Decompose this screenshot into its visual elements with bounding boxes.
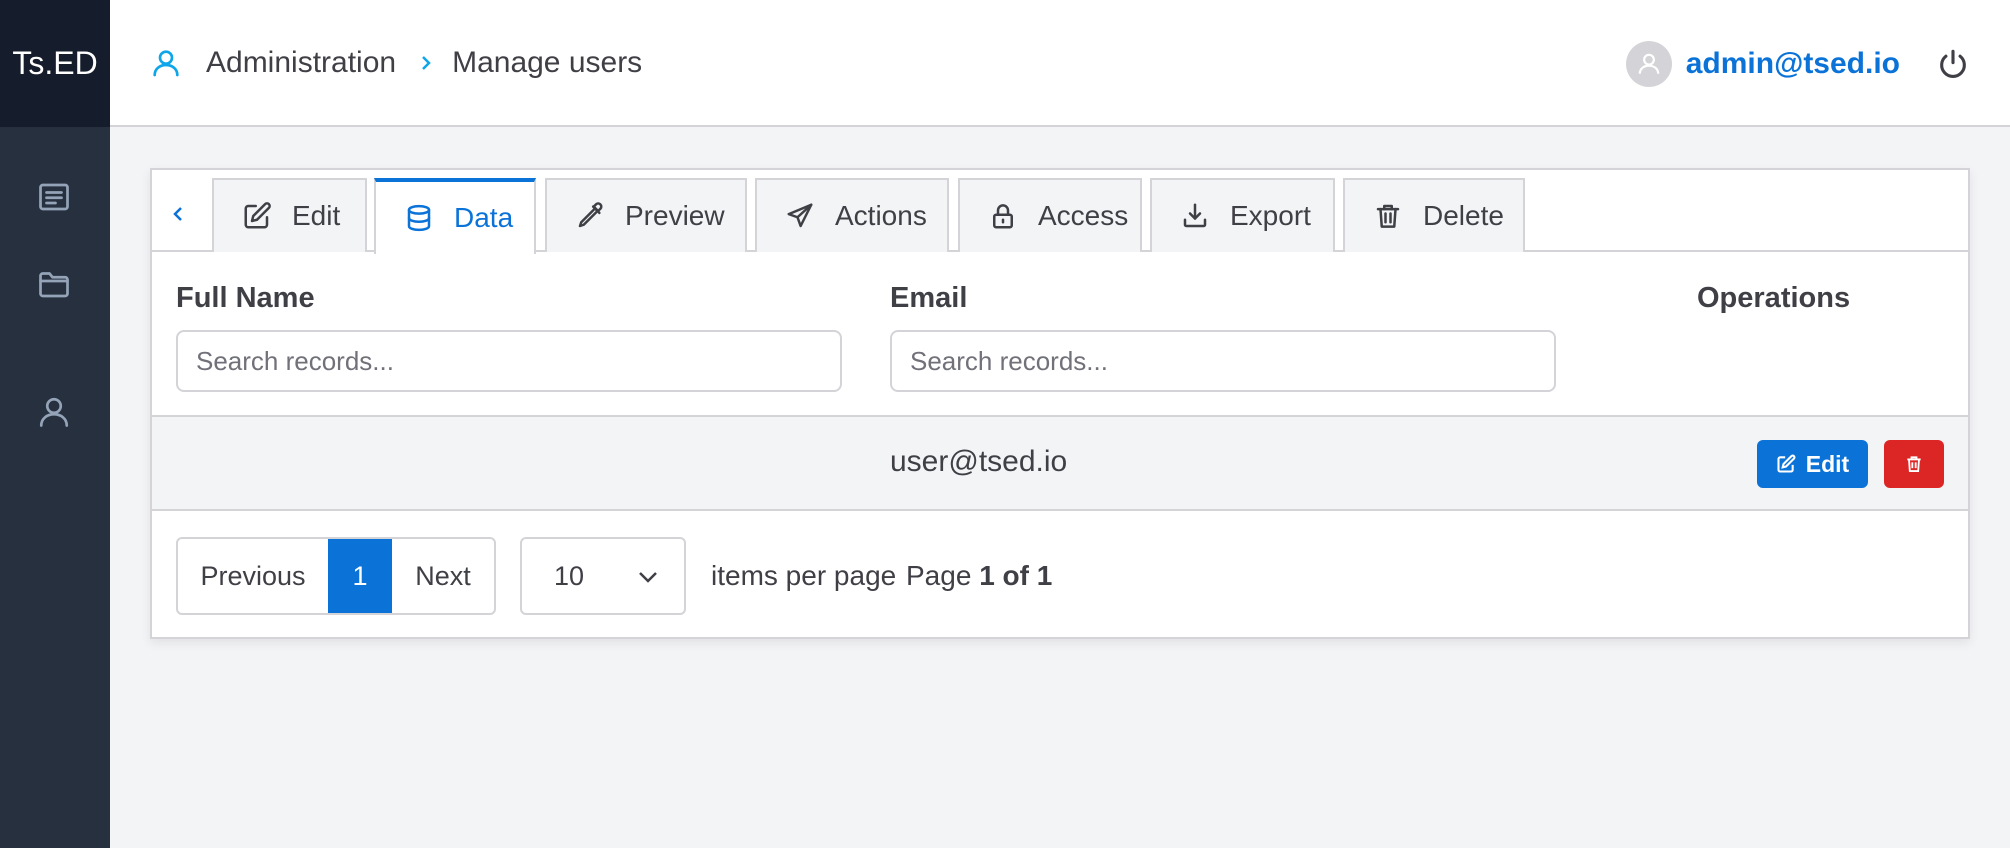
row-edit-button[interactable]: Edit — [1757, 440, 1868, 488]
page-info-count: 1 of 1 — [979, 560, 1053, 591]
breadcrumb-administration[interactable]: Administration — [206, 46, 396, 80]
user-menu: admin@tsed.io — [1625, 0, 1970, 127]
row-delete-button[interactable] — [1884, 440, 1944, 488]
tab-data[interactable]: Data — [374, 178, 536, 254]
page-1-button[interactable]: 1 — [328, 539, 392, 613]
trash-icon — [1907, 456, 1921, 472]
top-header: Administration Manage users admin@tsed.i… — [110, 0, 2010, 127]
list-icon[interactable] — [35, 178, 73, 216]
tab-actions[interactable]: Actions — [755, 178, 949, 252]
column-header-email[interactable]: Email — [890, 282, 967, 315]
user-icon[interactable] — [35, 393, 73, 431]
chevron-right-icon — [416, 53, 436, 73]
user-icon — [150, 47, 182, 79]
sidebar: Ts.ED — [0, 0, 110, 848]
tab-label: Edit — [292, 200, 341, 231]
breadcrumb-manage-users: Manage users — [452, 45, 643, 79]
pagination: Previous 1 Next — [176, 537, 496, 615]
tab-label: Delete — [1423, 200, 1504, 231]
trash-icon — [1376, 204, 1400, 228]
items-per-page-value: 10 — [554, 560, 585, 591]
tab-delete[interactable]: Delete — [1343, 178, 1525, 252]
user-email-link[interactable]: admin@tsed.io — [1686, 47, 1900, 81]
full-name-search-input[interactable] — [176, 330, 842, 392]
chevron-left-icon[interactable] — [170, 206, 186, 222]
page-info: Page 1 of 1 — [906, 560, 1052, 592]
send-icon — [787, 203, 813, 228]
avatar[interactable] — [1625, 40, 1672, 87]
table-row: user@tsed.io Edit — [152, 415, 1968, 511]
email-search-input[interactable] — [890, 330, 1556, 392]
column-header-full-name[interactable]: Full Name — [176, 282, 315, 315]
tab-label: Access — [1038, 200, 1129, 231]
row-email: user@tsed.io — [890, 445, 1068, 478]
tab-access[interactable]: Access — [958, 178, 1142, 252]
tab-preview[interactable]: Preview — [545, 178, 747, 252]
tab-label: Data — [454, 202, 514, 233]
eyedropper-icon — [578, 202, 603, 228]
tab-label: Actions — [835, 200, 927, 231]
brand-logo[interactable]: Ts.ED — [0, 0, 110, 127]
column-header-operations: Operations — [1697, 282, 1851, 314]
next-page-button[interactable]: Next — [392, 539, 494, 613]
tab-bar: Edit Data Preview Actions Access Export … — [152, 170, 1968, 254]
previous-page-button[interactable]: Previous — [178, 539, 328, 613]
lock-icon — [993, 204, 1013, 229]
edit-button-label: Edit — [1805, 450, 1850, 477]
power-icon[interactable] — [1936, 47, 1970, 81]
items-per-page-select[interactable]: 10 — [520, 537, 686, 615]
edit-icon — [1777, 454, 1796, 473]
download-icon — [1183, 203, 1207, 228]
edit-icon — [244, 202, 271, 229]
tab-label: Preview — [625, 200, 725, 231]
database-icon — [407, 204, 431, 232]
folder-icon[interactable] — [35, 265, 73, 303]
tab-edit[interactable]: Edit — [212, 178, 367, 252]
tab-export[interactable]: Export — [1150, 178, 1335, 252]
chevron-down-icon — [639, 572, 657, 583]
content-panel: Edit Data Preview Actions Access Export … — [150, 168, 1970, 639]
page-info-prefix: Page — [906, 560, 972, 591]
items-per-page-label: items per page — [711, 560, 897, 591]
tab-label: Export — [1230, 200, 1311, 231]
